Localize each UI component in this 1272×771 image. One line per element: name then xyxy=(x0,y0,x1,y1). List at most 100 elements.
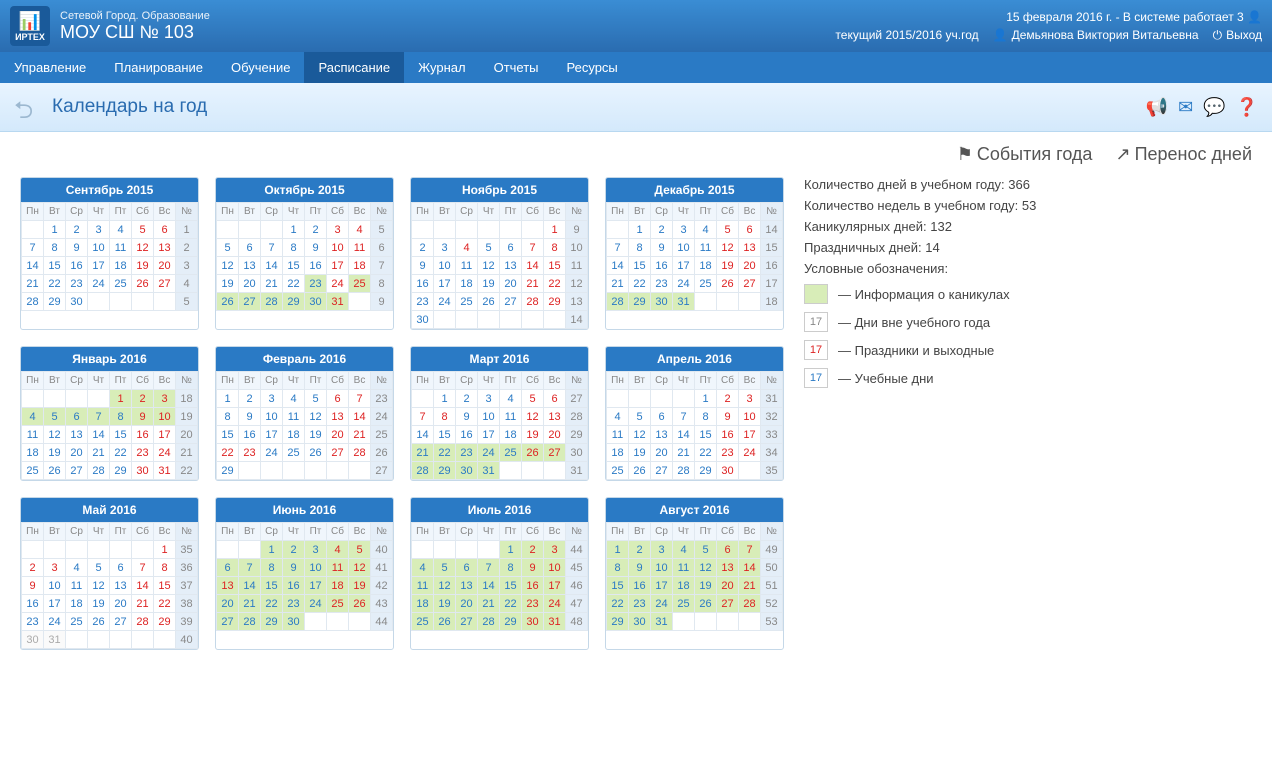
calendar-day[interactable]: 28 xyxy=(22,293,44,311)
calendar-day[interactable]: 28 xyxy=(239,613,261,631)
calendar-day[interactable]: 12 xyxy=(217,257,239,275)
calendar-day[interactable]: 18 xyxy=(456,275,478,293)
current-user[interactable]: 👤Демьянова Виктория Витальевна xyxy=(993,28,1199,42)
calendar-day[interactable]: 4 xyxy=(66,559,88,577)
calendar-day[interactable]: 11 xyxy=(283,408,305,426)
calendar-day[interactable]: 25 xyxy=(673,595,695,613)
calendar-day[interactable]: 15 xyxy=(44,257,66,275)
calendar-day[interactable]: 4 xyxy=(673,541,695,559)
calendar-day[interactable]: 9 xyxy=(717,408,739,426)
calendar-day[interactable]: 10 xyxy=(478,408,500,426)
nav-item-4[interactable]: Журнал xyxy=(404,52,479,83)
calendar-day[interactable]: 14 xyxy=(412,426,434,444)
calendar-day[interactable]: 27 xyxy=(110,613,132,631)
calendar-day[interactable]: 17 xyxy=(305,577,327,595)
calendar-day[interactable]: 3 xyxy=(739,390,761,408)
calendar-day[interactable]: 25 xyxy=(283,444,305,462)
calendar-day[interactable]: 10 xyxy=(44,577,66,595)
calendar-day[interactable]: 17 xyxy=(739,426,761,444)
calendar-day[interactable]: 22 xyxy=(110,444,132,462)
calendar-day[interactable]: 25 xyxy=(110,275,132,293)
calendar-day[interactable]: 8 xyxy=(629,239,651,257)
calendar-day[interactable]: 14 xyxy=(132,577,154,595)
calendar-day[interactable]: 13 xyxy=(154,239,176,257)
calendar-day[interactable]: 5 xyxy=(478,239,500,257)
calendar-day[interactable]: 29 xyxy=(110,462,132,480)
calendar-day[interactable]: 28 xyxy=(522,293,544,311)
calendar-day[interactable]: 5 xyxy=(44,408,66,426)
calendar-day[interactable]: 30 xyxy=(717,462,739,480)
calendar-day[interactable]: 24 xyxy=(154,444,176,462)
calendar-day[interactable]: 6 xyxy=(739,221,761,239)
calendar-day[interactable]: 19 xyxy=(349,577,371,595)
transfer-days-button[interactable]: ↗Перенос дней xyxy=(1115,144,1252,165)
calendar-day[interactable]: 24 xyxy=(88,275,110,293)
calendar-day[interactable]: 6 xyxy=(110,559,132,577)
year-events-button[interactable]: ⚑События года xyxy=(957,144,1093,165)
calendar-day[interactable]: 30 xyxy=(66,293,88,311)
calendar-day[interactable]: 14 xyxy=(239,577,261,595)
calendar-day[interactable]: 31 xyxy=(651,613,673,631)
calendar-day[interactable]: 14 xyxy=(607,257,629,275)
calendar-day[interactable]: 8 xyxy=(217,408,239,426)
calendar-day[interactable]: 9 xyxy=(132,408,154,426)
calendar-day[interactable]: 12 xyxy=(132,239,154,257)
calendar-day[interactable]: 17 xyxy=(44,595,66,613)
calendar-day[interactable]: 27 xyxy=(651,462,673,480)
logout-button[interactable]: ⏻Выход xyxy=(1213,28,1262,43)
calendar-day[interactable]: 28 xyxy=(88,462,110,480)
calendar-day[interactable]: 13 xyxy=(456,577,478,595)
calendar-day[interactable]: 18 xyxy=(412,595,434,613)
calendar-day[interactable]: 13 xyxy=(717,559,739,577)
calendar-day[interactable]: 30 xyxy=(412,311,434,329)
calendar-day[interactable]: 21 xyxy=(522,275,544,293)
calendar-day[interactable]: 11 xyxy=(607,426,629,444)
calendar-day[interactable]: 11 xyxy=(66,577,88,595)
calendar-day[interactable]: 22 xyxy=(434,444,456,462)
calendar-day[interactable]: 29 xyxy=(500,613,522,631)
calendar-day[interactable]: 8 xyxy=(544,239,566,257)
calendar-day[interactable]: 10 xyxy=(673,239,695,257)
calendar-day[interactable]: 22 xyxy=(154,595,176,613)
calendar-day[interactable]: 24 xyxy=(478,444,500,462)
calendar-day[interactable]: 12 xyxy=(88,577,110,595)
calendar-day[interactable]: 13 xyxy=(327,408,349,426)
calendar-day[interactable]: 20 xyxy=(154,257,176,275)
calendar-day[interactable]: 4 xyxy=(695,221,717,239)
calendar-day[interactable]: 26 xyxy=(88,613,110,631)
calendar-day[interactable]: 13 xyxy=(66,426,88,444)
calendar-day[interactable]: 3 xyxy=(44,559,66,577)
calendar-day[interactable]: 14 xyxy=(261,257,283,275)
calendar-day[interactable]: 21 xyxy=(132,595,154,613)
calendar-day[interactable]: 6 xyxy=(544,390,566,408)
calendar-day[interactable]: 15 xyxy=(434,426,456,444)
calendar-day[interactable]: 8 xyxy=(44,239,66,257)
calendar-day[interactable]: 19 xyxy=(522,426,544,444)
calendar-day[interactable]: 25 xyxy=(695,275,717,293)
calendar-day[interactable]: 16 xyxy=(717,426,739,444)
calendar-day[interactable]: 20 xyxy=(66,444,88,462)
announce-icon[interactable]: 📢 xyxy=(1146,97,1168,118)
calendar-day[interactable]: 28 xyxy=(673,462,695,480)
calendar-day[interactable]: 12 xyxy=(305,408,327,426)
nav-item-2[interactable]: Обучение xyxy=(217,52,304,83)
calendar-day[interactable]: 6 xyxy=(456,559,478,577)
calendar-day[interactable]: 14 xyxy=(739,559,761,577)
calendar-day[interactable]: 16 xyxy=(629,577,651,595)
calendar-day[interactable]: 27 xyxy=(66,462,88,480)
calendar-day[interactable]: 19 xyxy=(434,595,456,613)
calendar-day[interactable]: 23 xyxy=(66,275,88,293)
calendar-day[interactable]: 17 xyxy=(154,426,176,444)
calendar-day[interactable]: 18 xyxy=(110,257,132,275)
calendar-day[interactable]: 3 xyxy=(154,390,176,408)
calendar-day[interactable]: 1 xyxy=(110,390,132,408)
calendar-day[interactable]: 5 xyxy=(434,559,456,577)
calendar-day[interactable]: 31 xyxy=(478,462,500,480)
calendar-day[interactable]: 27 xyxy=(500,293,522,311)
calendar-day[interactable]: 29 xyxy=(261,613,283,631)
calendar-day[interactable]: 18 xyxy=(349,257,371,275)
calendar-day[interactable]: 23 xyxy=(239,444,261,462)
chat-icon[interactable]: 💬 xyxy=(1203,97,1225,118)
calendar-day[interactable]: 10 xyxy=(434,257,456,275)
calendar-day[interactable]: 3 xyxy=(88,221,110,239)
